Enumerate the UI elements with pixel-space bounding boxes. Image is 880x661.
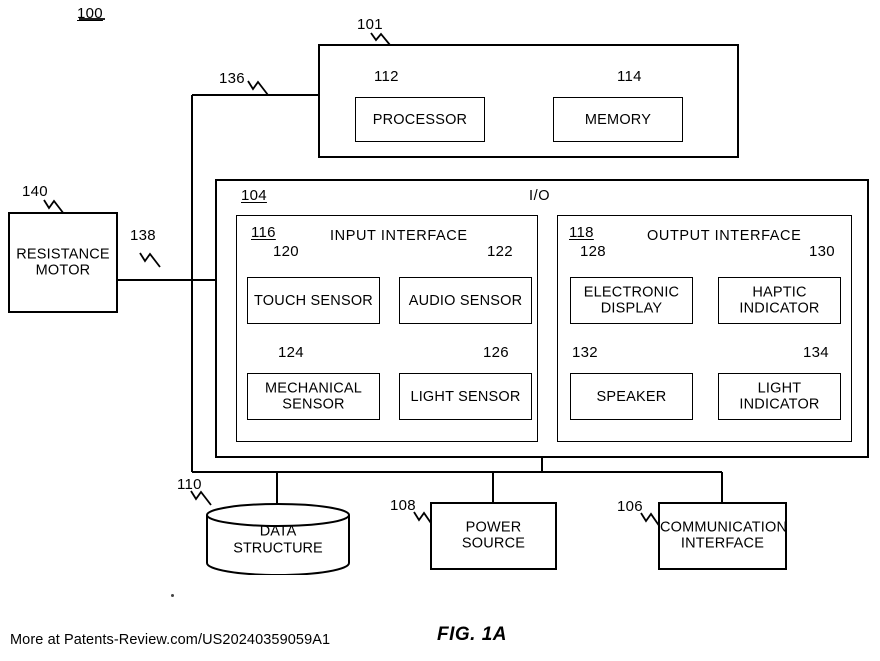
- ref-112: 112: [374, 68, 399, 85]
- mechanical-sensor-block: MECHANICAL SENSOR: [247, 373, 380, 420]
- memory-label: MEMORY: [584, 111, 652, 128]
- ref-136: 136: [219, 70, 245, 87]
- data-structure-line2: STRUCTURE: [233, 540, 323, 557]
- light-indicator-block: LIGHT INDICATOR: [718, 373, 841, 420]
- ref-130: 130: [809, 243, 835, 260]
- mechanical-sensor-line2: SENSOR: [282, 396, 345, 413]
- data-structure-block: DATA STRUCTURE: [205, 503, 351, 575]
- haptic-indicator-line1: HAPTIC: [752, 284, 807, 301]
- ref-128: 128: [580, 243, 606, 260]
- speaker-block: SPEAKER: [570, 373, 693, 420]
- power-source-label: POWER SOURCE: [461, 519, 526, 552]
- ref-101: 101: [357, 16, 383, 33]
- processor-block: PROCESSOR: [355, 97, 485, 142]
- light-sensor-block: LIGHT SENSOR: [399, 373, 532, 420]
- ref-114: 114: [617, 68, 642, 85]
- ref-108: 108: [390, 497, 416, 514]
- processor-label: PROCESSOR: [372, 111, 468, 128]
- footer-source-url: More at Patents-Review.com/US20240359059…: [10, 632, 331, 648]
- touch-sensor-label: TOUCH SENSOR: [254, 292, 373, 309]
- patent-figure-1a: 100 101 PROCESSOR 112 MEMORY 114 136 104…: [0, 0, 880, 661]
- communication-interface-line1: COMMUNICATION: [660, 519, 788, 536]
- audio-sensor-block: AUDIO SENSOR: [399, 277, 532, 324]
- light-sensor-label: LIGHT SENSOR: [410, 388, 521, 405]
- electronic-display-line1: ELECTRONIC: [583, 284, 680, 301]
- mechanical-sensor-line1: MECHANICAL: [264, 380, 363, 397]
- ref-124: 124: [278, 344, 304, 361]
- ref-134: 134: [803, 344, 829, 361]
- resistance-motor-line1: RESISTANCE: [16, 246, 110, 263]
- electronic-display-line2: DISPLAY: [600, 300, 663, 317]
- resistance-motor-label: RESISTANCE MOTOR: [10, 246, 116, 279]
- input-interface-title: INPUT INTERFACE: [330, 228, 468, 244]
- ref-132: 132: [572, 344, 598, 361]
- mechanical-sensor-label: MECHANICAL SENSOR: [248, 380, 379, 413]
- communication-interface-label: COMMUNICATION INTERFACE: [660, 519, 788, 553]
- ref-116: 116: [251, 224, 276, 241]
- ref-120: 120: [273, 243, 299, 260]
- figure-caption: FIG. 1A: [437, 624, 508, 645]
- haptic-indicator-line2: INDICATOR: [739, 300, 820, 317]
- power-source-block: POWER SOURCE: [430, 502, 557, 570]
- ref-118: 118: [569, 224, 594, 241]
- data-structure-line1: DATA: [259, 524, 297, 541]
- ref-126: 126: [483, 344, 509, 361]
- communication-interface-block: COMMUNICATION INTERFACE: [658, 502, 787, 570]
- memory-block: MEMORY: [553, 97, 683, 142]
- ref-104: 104: [241, 187, 267, 204]
- ref-138: 138: [130, 227, 156, 244]
- io-title: I/O: [529, 188, 551, 204]
- communication-interface-line2: INTERFACE: [680, 536, 765, 552]
- haptic-indicator-label: HAPTIC INDICATOR: [719, 284, 840, 317]
- electronic-display-block: ELECTRONIC DISPLAY: [570, 277, 693, 324]
- ref-140: 140: [22, 183, 48, 200]
- light-indicator-line1: LIGHT: [757, 380, 802, 397]
- ref-122: 122: [487, 243, 513, 260]
- haptic-indicator-block: HAPTIC INDICATOR: [718, 277, 841, 324]
- ref-106: 106: [617, 498, 643, 515]
- data-structure-label: DATA STRUCTURE: [205, 524, 351, 557]
- audio-sensor-label: AUDIO SENSOR: [408, 292, 523, 309]
- resistance-motor-block: RESISTANCE MOTOR: [8, 212, 118, 313]
- electronic-display-label: ELECTRONIC DISPLAY: [571, 284, 692, 317]
- ref-100: 100: [77, 5, 103, 22]
- touch-sensor-block: TOUCH SENSOR: [247, 277, 380, 324]
- stray-dot-artifact: [171, 594, 174, 597]
- light-indicator-label: LIGHT INDICATOR: [719, 380, 840, 413]
- output-interface-title: OUTPUT INTERFACE: [647, 228, 802, 244]
- speaker-label: SPEAKER: [596, 388, 667, 405]
- light-indicator-line2: INDICATOR: [739, 396, 820, 413]
- resistance-motor-line2: MOTOR: [35, 262, 91, 279]
- ref-110: 110: [177, 476, 202, 493]
